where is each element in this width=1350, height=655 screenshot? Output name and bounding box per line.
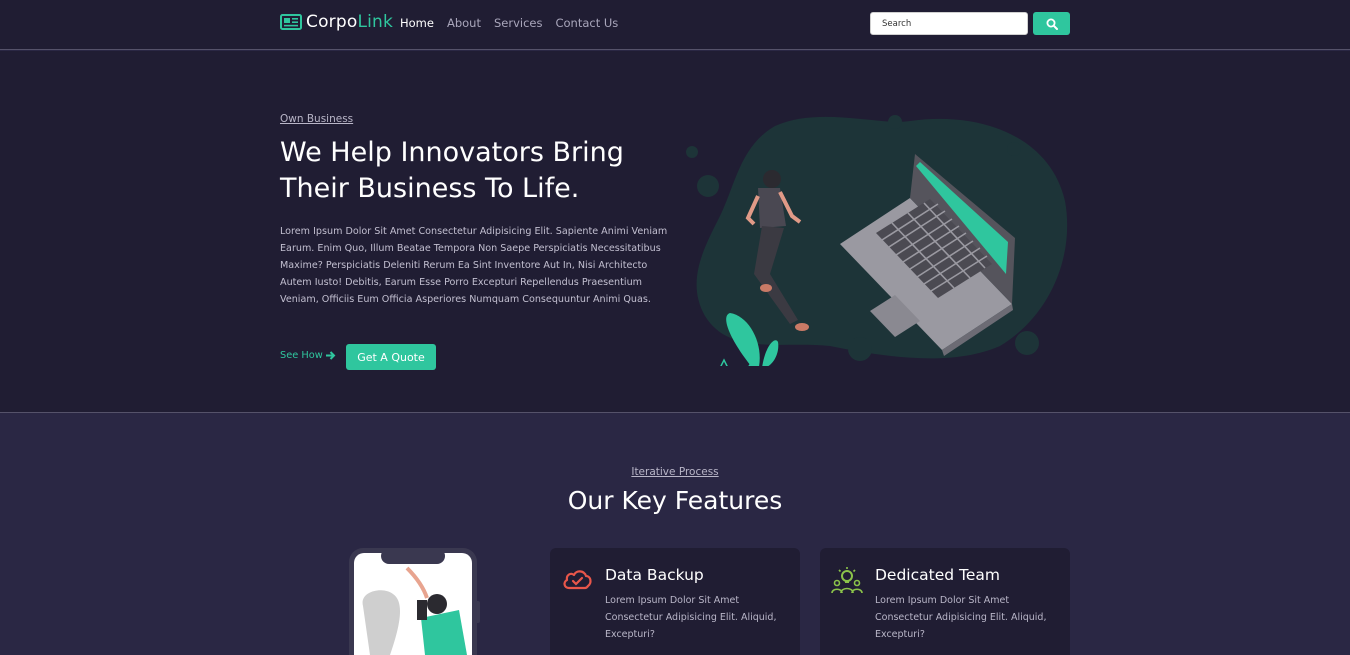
hero-title: We Help Innovators Bring Their Business … xyxy=(280,137,624,204)
cloud-check-icon xyxy=(563,570,592,590)
feature-card-title: Data Backup xyxy=(605,566,704,584)
nav-link-home[interactable]: Home xyxy=(400,16,434,30)
brand-name: CorpoLink xyxy=(306,12,394,32)
brand-logo[interactable]: CorpoLink xyxy=(280,12,393,32)
nav-link-about[interactable]: About xyxy=(447,16,481,30)
see-how-label: See How xyxy=(280,350,323,361)
navbar: CorpoLink Home About Services Contact Us xyxy=(0,0,1350,50)
phone-illustration xyxy=(349,548,480,655)
newspaper-icon xyxy=(280,14,302,30)
hero-description: Lorem Ipsum Dolor Sit Amet Consectetur A… xyxy=(280,226,668,305)
feature-card-dedicated-team: Dedicated Team Lorem Ipsum Dolor Sit Ame… xyxy=(820,548,1070,655)
nav-link-contact[interactable]: Contact Us xyxy=(555,16,618,30)
feature-card-text: Lorem Ipsum Dolor Sit Amet Consectetur A… xyxy=(875,595,1047,640)
hero-section: Own Business We Help Innovators Bring Th… xyxy=(0,51,1350,413)
get-quote-button[interactable]: Get A Quote xyxy=(346,344,436,370)
features-title: Our Key Features xyxy=(567,486,783,515)
hero-illustration xyxy=(686,115,1068,366)
feature-card-title: Dedicated Team xyxy=(875,566,1000,584)
team-idea-icon xyxy=(831,567,863,594)
search-button[interactable] xyxy=(1033,12,1070,35)
features-eyebrow: Iterative Process xyxy=(631,466,719,478)
hero-eyebrow: Own Business xyxy=(280,113,354,125)
search-input[interactable] xyxy=(870,12,1028,35)
search-icon xyxy=(1046,18,1058,30)
feature-card-data-backup: Data Backup Lorem Ipsum Dolor Sit Amet C… xyxy=(550,548,800,655)
feature-card-text: Lorem Ipsum Dolor Sit Amet Consectetur A… xyxy=(605,595,777,640)
arrow-right-icon xyxy=(325,351,336,360)
see-how-link[interactable]: See How xyxy=(280,350,336,361)
nav-menu: Home About Services Contact Us xyxy=(400,16,618,30)
nav-link-services[interactable]: Services xyxy=(494,16,543,30)
